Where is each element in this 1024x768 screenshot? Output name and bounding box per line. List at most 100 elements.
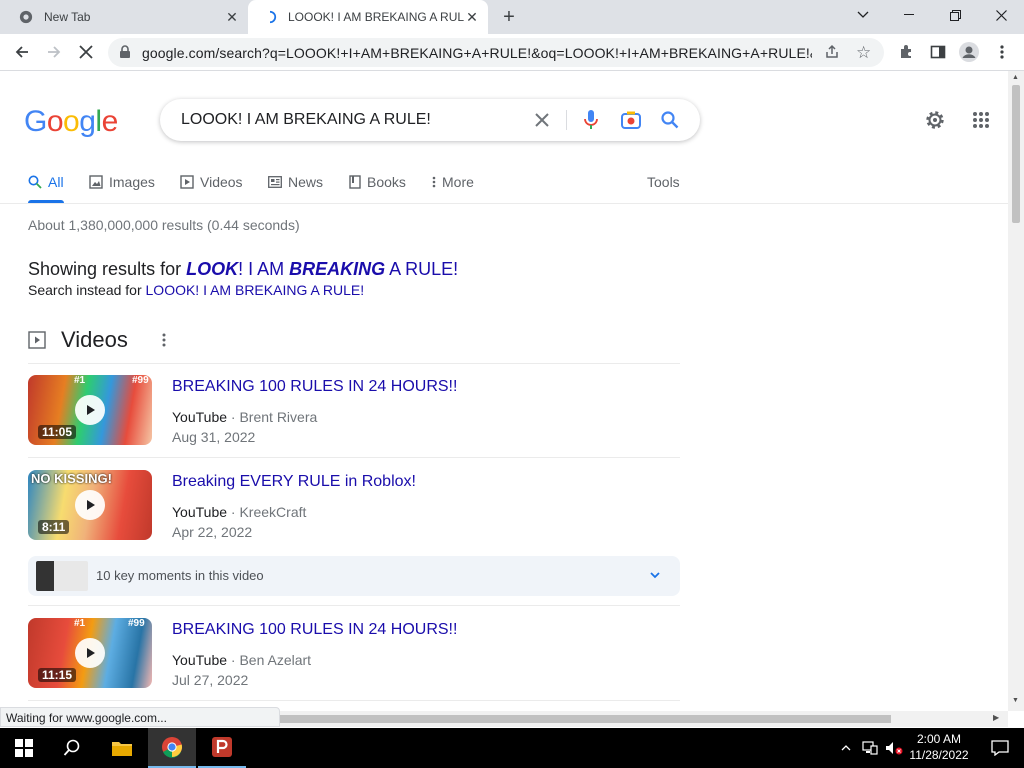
tab-videos[interactable]: Videos	[180, 172, 243, 192]
videos-heading-text: Videos	[61, 327, 128, 352]
scroll-right-arrow-icon[interactable]: ▶	[993, 713, 999, 722]
tab-new-tab[interactable]: New Tab ✕	[0, 0, 248, 34]
divider	[28, 605, 680, 606]
side-panel-icon[interactable]	[926, 40, 950, 64]
play-icon	[75, 638, 105, 668]
scroll-down-arrow-icon[interactable]: ▼	[1012, 697, 1019, 704]
file-explorer-icon[interactable]	[98, 728, 146, 768]
windows-start-icon[interactable]	[0, 728, 48, 768]
spelling-correction: Showing results for LOOK! I AM BREAKING …	[28, 259, 458, 280]
logo-letter: o	[46, 105, 64, 138]
search-icon[interactable]	[658, 108, 682, 132]
tab-google-search[interactable]: LOOOK! I AM BREKAING A RULE! - Google Se…	[248, 0, 488, 34]
video-source: YouTube · Brent Rivera	[172, 409, 318, 425]
close-window-button[interactable]	[978, 0, 1024, 30]
more-options-icon[interactable]	[156, 331, 172, 349]
book-icon	[349, 175, 361, 189]
minimize-button[interactable]	[886, 0, 932, 30]
tab-news[interactable]: News	[268, 172, 323, 192]
video-result[interactable]: NO KISSING! 8:11 Breaking EVERY RULE in …	[28, 470, 680, 542]
tab-more[interactable]: More	[432, 172, 474, 192]
back-button[interactable]	[10, 40, 34, 64]
microphone-icon[interactable]	[579, 108, 603, 132]
video-platform: YouTube	[172, 504, 228, 520]
video-title-link[interactable]: BREAKING 100 RULES IN 24 HOURS!!	[172, 378, 457, 396]
bookmark-star-icon[interactable]: ☆	[856, 43, 871, 63]
address-bar[interactable]: google.com/search?q=LOOOK!+I+AM+BREKAING…	[108, 38, 884, 67]
search-icon	[28, 175, 42, 189]
lock-icon[interactable]	[119, 45, 131, 62]
key-moments-expander[interactable]: 10 key moments in this video	[28, 556, 680, 596]
video-platform: YouTube	[172, 652, 228, 668]
play-icon	[75, 490, 105, 520]
search-box[interactable]: LOOOK! I AM BREKAING A RULE!	[160, 99, 700, 141]
search-icon[interactable]	[48, 728, 96, 768]
corrected-query-link[interactable]: LOOK! I AM BREAKING A RULE!	[186, 259, 458, 279]
clock-date: 11/28/2022	[909, 748, 969, 762]
network-icon[interactable]	[858, 728, 882, 768]
video-duration: 11:15	[38, 668, 77, 682]
camera-lens-icon[interactable]	[619, 108, 643, 132]
loading-spinner-icon	[262, 9, 278, 25]
video-channel: Brent Rivera	[239, 409, 318, 425]
tab-strip: New Tab ✕ LOOOK! I AM BREKAING A RULE! -…	[0, 0, 1024, 34]
tools-button[interactable]: Tools	[647, 172, 680, 192]
stop-loading-button[interactable]	[74, 40, 98, 64]
share-icon[interactable]	[824, 44, 840, 63]
original-query-link[interactable]: LOOOK! I AM BREKAING A RULE!	[146, 282, 365, 298]
video-result[interactable]: #1 #99 11:05 BREAKING 100 RULES IN 24 HO…	[28, 375, 680, 447]
videos-section-heading: Videos	[28, 327, 128, 353]
tab-title: New Tab	[44, 10, 91, 24]
corrected-text: A RULE!	[385, 259, 459, 279]
chrome-taskbar-icon[interactable]	[148, 728, 196, 768]
video-thumbnail[interactable]: NO KISSING! 8:11	[28, 470, 152, 540]
notifications-icon[interactable]	[976, 728, 1024, 768]
video-title-link[interactable]: Breaking EVERY RULE in Roblox!	[172, 473, 416, 491]
scrollbar-thumb[interactable]	[1012, 85, 1020, 223]
video-thumbnail[interactable]: #1 #99 11:15	[28, 618, 152, 688]
clear-icon[interactable]	[530, 108, 554, 132]
forward-button[interactable]	[42, 40, 66, 64]
scroll-up-arrow-icon[interactable]: ▲	[1012, 74, 1019, 81]
video-platform: YouTube	[172, 409, 228, 425]
tray-expand-icon[interactable]	[834, 728, 858, 768]
search-divider	[566, 110, 567, 130]
tab-images[interactable]: Images	[89, 172, 155, 192]
google-logo[interactable]: Google	[24, 105, 118, 139]
corrected-text: ! I AM	[238, 259, 290, 279]
video-source: YouTube · KreekCraft	[172, 504, 307, 520]
close-tab-icon[interactable]: ✕	[464, 9, 480, 25]
horizontal-scrollbar[interactable]: ▶	[280, 711, 1008, 727]
result-stats: About 1,380,000,000 results (0.44 second…	[28, 217, 300, 233]
thumbnail-overlay-text: NO KISSING!	[31, 471, 112, 486]
profile-avatar-icon[interactable]	[957, 40, 981, 64]
vertical-scrollbar[interactable]: ▲ ▼	[1008, 71, 1024, 711]
restore-button[interactable]	[932, 0, 978, 30]
taskbar-clock[interactable]: 2:00 AM 11/28/2022	[904, 731, 974, 763]
tab-books[interactable]: Books	[349, 172, 406, 192]
tab-search-button[interactable]	[840, 0, 886, 30]
volume-muted-icon[interactable]	[882, 728, 906, 768]
video-date: Apr 22, 2022	[172, 524, 253, 540]
logo-letter: o	[63, 105, 80, 138]
video-result[interactable]: #1 #99 11:15 BREAKING 100 RULES IN 24 HO…	[28, 618, 680, 690]
extensions-icon[interactable]	[894, 40, 918, 64]
close-tab-icon[interactable]: ✕	[224, 9, 240, 25]
scrollbar-thumb[interactable]	[280, 715, 891, 723]
corrected-word: BREAKING	[289, 259, 386, 279]
browser-toolbar: google.com/search?q=LOOOK!+I+AM+BREKAING…	[0, 34, 1024, 71]
apps-grid-icon[interactable]	[968, 107, 994, 133]
psiphon-taskbar-icon[interactable]	[198, 728, 246, 768]
tab-label: Books	[367, 174, 406, 190]
new-tab-button[interactable]: +	[497, 5, 521, 29]
divider	[28, 363, 680, 364]
browser-menu-icon[interactable]	[990, 40, 1014, 64]
video-channel: Ben Azelart	[239, 652, 312, 668]
tab-all[interactable]: All	[28, 172, 64, 192]
search-input[interactable]: LOOOK! I AM BREKAING A RULE!	[181, 111, 431, 129]
video-thumbnail[interactable]: #1 #99 11:05	[28, 375, 152, 445]
instead-prefix: Search instead for	[28, 282, 146, 298]
video-title-link[interactable]: BREAKING 100 RULES IN 24 HOURS!!	[172, 621, 457, 639]
video-date: Aug 31, 2022	[172, 429, 256, 445]
settings-gear-icon[interactable]	[922, 107, 948, 133]
